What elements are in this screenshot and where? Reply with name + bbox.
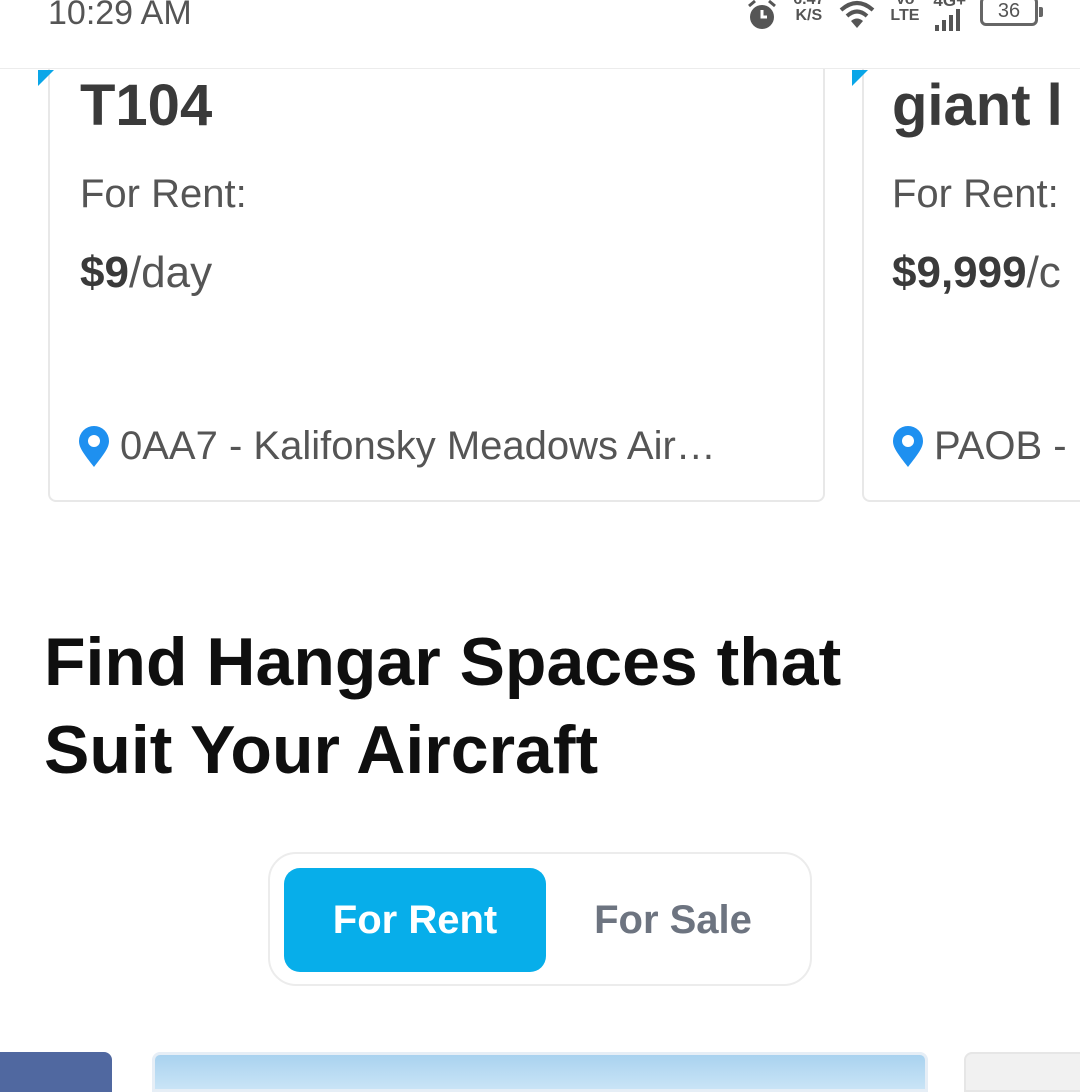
section-heading-line2: Suit Your Aircraft bbox=[44, 712, 599, 788]
listing-location: 0AA7 - Kalifonsky Meadows Air… bbox=[76, 424, 716, 469]
battery-level: 36 bbox=[997, 0, 1021, 22]
signal-icon bbox=[935, 9, 961, 31]
location-pin-icon bbox=[893, 425, 923, 467]
listing-price-unit: /c bbox=[1026, 248, 1061, 297]
listing-price: $9,999/c bbox=[892, 248, 1061, 298]
alarm-icon bbox=[748, 0, 777, 29]
net-speed: 6.47 K/S bbox=[793, 0, 824, 24]
net-speed-unit: K/S bbox=[795, 7, 823, 24]
listing-price-unit: /day bbox=[128, 248, 213, 297]
status-bar: 10:29 AM 6.47 K/S Vo LTE 4G+ bbox=[0, 0, 1080, 69]
corner-ribbon bbox=[852, 70, 868, 86]
volte-indicator: Vo LTE bbox=[890, 0, 919, 24]
network-type: 4G+ bbox=[933, 0, 966, 10]
status-time: 10:29 AM bbox=[48, 0, 192, 32]
section-heading-line1: Find Hangar Spaces that bbox=[44, 624, 842, 700]
for-sale-tab[interactable]: For Sale bbox=[548, 868, 798, 972]
listing-location: PAOB - bbox=[890, 424, 1067, 469]
listing-price-value: $9,999 bbox=[892, 248, 1027, 297]
wifi-icon bbox=[840, 1, 875, 28]
listing-title: giant l bbox=[892, 73, 1063, 138]
listing-title: T104 bbox=[80, 73, 213, 138]
section-heading: Find Hangar Spaces that Suit Your Aircra… bbox=[44, 618, 1044, 794]
listing-card[interactable]: giant l For Rent: $9,999/c PAOB - bbox=[852, 30, 1080, 502]
corner-ribbon bbox=[38, 70, 54, 86]
status-icons: 6.47 K/S Vo LTE 4G+ 36 bbox=[745, 0, 1043, 38]
listing-rent-label: For Rent: bbox=[80, 172, 247, 216]
listing-card[interactable]: T104 For Rent: $9/day 0AA7 - Kalifonsky … bbox=[38, 30, 825, 502]
hangar-card-image[interactable] bbox=[0, 1052, 112, 1092]
for-rent-tab[interactable]: For Rent bbox=[284, 868, 546, 972]
listing-rent-label: For Rent: bbox=[892, 172, 1059, 216]
listing-location-text: 0AA7 - Kalifonsky Meadows Air… bbox=[120, 424, 716, 468]
rent-sale-toggle: For Rent For Sale bbox=[268, 852, 812, 986]
location-pin-icon bbox=[79, 425, 109, 467]
listing-price-value: $9 bbox=[80, 248, 129, 297]
listing-price: $9/day bbox=[80, 248, 212, 298]
volte-bottom: LTE bbox=[890, 7, 920, 24]
listing-location-text: PAOB - bbox=[934, 424, 1067, 468]
hangar-card-image[interactable] bbox=[152, 1052, 928, 1092]
signal-indicator: 4G+ bbox=[933, 0, 966, 31]
hangar-card-image[interactable] bbox=[964, 1052, 1080, 1092]
battery-icon: 36 bbox=[980, 0, 1043, 26]
